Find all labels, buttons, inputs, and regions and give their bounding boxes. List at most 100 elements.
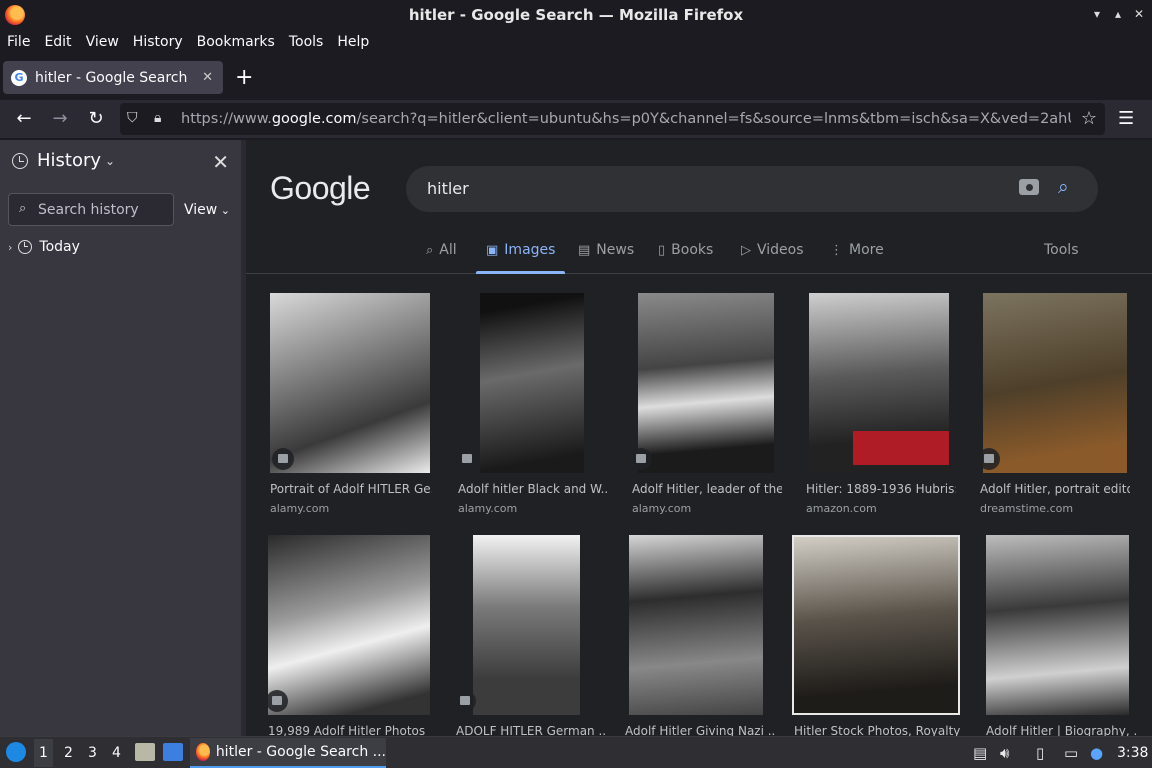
tab-label: Images (504, 242, 556, 258)
tab-news[interactable]: ▤ News (578, 242, 634, 258)
volume-icon[interactable]: 🔊︎ (1000, 744, 1009, 762)
result-source[interactable]: amazon.com (806, 502, 877, 515)
result-thumbnail[interactable] (629, 535, 763, 715)
menu-file[interactable]: File (7, 34, 30, 50)
result-title[interactable]: Portrait of Adolf HITLER Ge... (270, 482, 432, 496)
result-source[interactable]: alamy.com (632, 502, 691, 515)
sidebar-close-icon[interactable]: ✕ (212, 150, 229, 174)
workspace-4[interactable]: 4 (112, 745, 121, 761)
taskbar-firefox-task[interactable]: hitler - Google Search ... (190, 738, 386, 768)
result-thumbnail[interactable] (809, 293, 949, 473)
tab-strip: G hitler - Google Search ✕ + (0, 57, 1152, 97)
result-title[interactable]: Adolf hitler Black and W... (458, 482, 608, 496)
workspace-1[interactable]: 1 (34, 739, 53, 767)
tab-images[interactable]: ▣ Images (476, 242, 566, 274)
new-tab-button[interactable]: + (235, 65, 253, 90)
back-arrow-icon[interactable]: ← (13, 108, 35, 130)
result-title[interactable]: Adolf Hitler Giving Nazi ... (625, 724, 775, 736)
task-label: hitler - Google Search ... (215, 744, 386, 760)
result-source[interactable]: dreamstime.com (980, 502, 1073, 515)
result-thumbnail[interactable] (480, 293, 584, 473)
result-title[interactable]: Hitler Stock Photos, Royalty ... (794, 724, 964, 736)
network-icon[interactable]: ▭ (1064, 744, 1078, 762)
result-thumbnail[interactable] (473, 535, 580, 715)
history-group-today[interactable]: › Today (8, 239, 80, 255)
google-logo[interactable]: Google (270, 170, 371, 207)
result-source[interactable]: alamy.com (270, 502, 329, 515)
result-title[interactable]: 19,989 Adolf Hitler Photos ... (268, 724, 430, 736)
notes-icon[interactable]: ▯ (1036, 744, 1044, 762)
search-history-placeholder: Search history (38, 202, 139, 218)
view-label: View (184, 202, 218, 218)
image-icon (456, 448, 478, 470)
search-icon: ⌕ (426, 242, 434, 258)
menu-view[interactable]: View (86, 34, 119, 50)
reload-icon[interactable]: ↻ (85, 108, 107, 130)
show-desktop-icon[interactable] (163, 743, 183, 761)
close-icon[interactable]: ✕ (1131, 6, 1147, 22)
clock-time[interactable]: 3:38 (1117, 745, 1148, 761)
chevron-right-icon[interactable]: › (8, 241, 12, 254)
sidebar-header[interactable]: History ⌄ (12, 150, 115, 171)
result-thumbnail[interactable] (268, 535, 430, 715)
maximize-icon[interactable]: ▴ (1110, 6, 1126, 22)
tab-close-icon[interactable]: ✕ (202, 70, 213, 85)
image-icon (454, 690, 476, 712)
result-title[interactable]: Adolf Hitler | Biography, ... (986, 724, 1136, 736)
window-title: hitler - Google Search — Mozilla Firefox (408, 6, 744, 24)
lock-icon[interactable]: 🔒︎ (154, 110, 161, 126)
result-title[interactable]: Adolf Hitler, portrait edito... (980, 482, 1130, 496)
result-thumbnail[interactable] (792, 535, 960, 715)
menu-bookmarks[interactable]: Bookmarks (197, 34, 275, 50)
active-tab-underline (476, 271, 566, 274)
search-query[interactable]: hitler (427, 179, 469, 198)
tab-more[interactable]: ⋮ More (830, 242, 884, 258)
result-thumbnail[interactable] (270, 293, 430, 473)
tab-all[interactable]: ⌕ All (426, 242, 457, 258)
menu-history[interactable]: History (133, 34, 183, 50)
update-icon[interactable]: ● (1090, 744, 1103, 762)
result-thumbnail[interactable] (638, 293, 774, 473)
menu-help[interactable]: Help (337, 34, 369, 50)
navigation-bar: ← → ↻ ⛉ 🔒︎ https://www.google.com/search… (0, 100, 1152, 138)
result-thumbnail[interactable] (986, 535, 1129, 715)
url-text[interactable]: https://www.google.com/search?q=hitler&c… (181, 111, 1071, 127)
file-manager-icon[interactable] (135, 743, 155, 761)
url-prefix: https://www. (181, 111, 272, 127)
result-title[interactable]: ADOLF HITLER German ... (456, 724, 606, 736)
forward-arrow-icon[interactable]: → (49, 108, 71, 130)
url-path: /search?q=hitler&client=ubuntu&hs=p0Y&ch… (356, 111, 1071, 127)
menu-edit[interactable]: Edit (44, 34, 71, 50)
google-favicon-icon: G (11, 69, 27, 86)
result-title[interactable]: Hitler: 1889-1936 Hubris:... (806, 482, 956, 496)
workspace-3[interactable]: 3 (88, 745, 97, 761)
camera-icon[interactable] (1019, 179, 1039, 195)
image-icon (630, 448, 652, 470)
tab-label: More (849, 242, 884, 258)
google-search-box[interactable]: hitler ⌕ (406, 166, 1098, 212)
tab-books[interactable]: ▯ Books (658, 242, 713, 258)
start-menu-icon[interactable] (6, 742, 26, 762)
hamburger-menu-icon[interactable]: ☰ (1118, 108, 1134, 129)
workspace-2[interactable]: 2 (64, 745, 73, 761)
tab-google-search[interactable]: G hitler - Google Search ✕ (3, 61, 223, 94)
result-thumbnail[interactable] (983, 293, 1127, 473)
url-bar[interactable]: ⛉ 🔒︎ https://www.google.com/search?q=hit… (120, 103, 1105, 135)
result-title[interactable]: Adolf Hitler, leader of the... (632, 482, 782, 496)
menu-tools[interactable]: Tools (289, 34, 324, 50)
tab-videos[interactable]: ▷ Videos (741, 242, 804, 258)
result-source[interactable]: alamy.com (458, 502, 517, 515)
search-icon: ⌕ (19, 201, 27, 216)
minimize-icon[interactable]: ▾ (1089, 6, 1105, 22)
title-bar: hitler - Google Search — Mozilla Firefox… (0, 0, 1152, 30)
search-history-input[interactable]: ⌕ Search history (8, 193, 174, 226)
history-sidebar: History ⌄ ✕ ⌕ Search history View ⌄ › To… (0, 140, 241, 736)
tools-button[interactable]: Tools (1044, 242, 1079, 258)
news-icon: ▤ (578, 242, 591, 258)
shield-icon[interactable]: ⛉ (127, 110, 138, 126)
search-icon[interactable]: ⌕ (1058, 176, 1069, 198)
bookmark-star-icon[interactable]: ☆ (1081, 108, 1097, 129)
view-button[interactable]: View ⌄ (184, 202, 230, 218)
clipboard-icon[interactable]: ▤ (973, 744, 987, 762)
chevron-down-icon: ⌄ (217, 204, 230, 217)
